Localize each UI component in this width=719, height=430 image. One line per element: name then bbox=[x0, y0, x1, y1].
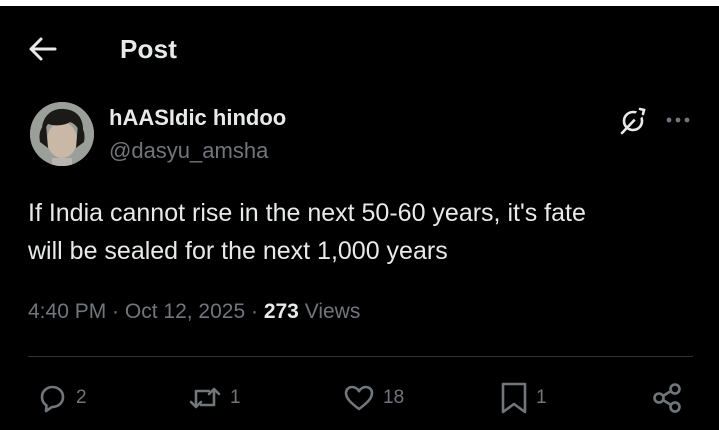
avatar-image bbox=[30, 102, 94, 166]
tweet-text-line: will be sealed for the next 1,000 years bbox=[28, 237, 448, 265]
grok-icon bbox=[620, 106, 647, 135]
tweet-meta: 4:40 PM · Oct 12, 2025 · 273 Views bbox=[28, 300, 360, 324]
bookmark-button[interactable]: 1 bbox=[500, 380, 547, 416]
like-icon bbox=[344, 385, 374, 411]
tweet-text: If India cannot rise in the next 50-60 y… bbox=[28, 194, 698, 270]
share-button[interactable] bbox=[650, 380, 684, 416]
meta-separator: · bbox=[106, 300, 125, 323]
tweet-text-line: If India cannot rise in the next 50-60 y… bbox=[28, 199, 586, 227]
more-options-button[interactable] bbox=[665, 110, 691, 130]
like-button[interactable]: 18 bbox=[343, 380, 404, 416]
repost-icon bbox=[189, 387, 221, 409]
meta-separator: · bbox=[245, 300, 264, 323]
author-display-name[interactable]: hAASIdic hindoo bbox=[109, 105, 286, 131]
reply-icon bbox=[40, 385, 65, 413]
bookmark-icon bbox=[501, 382, 527, 414]
post-date[interactable]: Oct 12, 2025 bbox=[125, 300, 245, 323]
divider bbox=[28, 356, 693, 357]
author-handle[interactable]: @dasyu_amsha bbox=[109, 138, 268, 164]
reply-button[interactable]: 2 bbox=[36, 380, 87, 416]
reply-count: 2 bbox=[76, 387, 87, 408]
more-icon bbox=[666, 117, 690, 123]
back-arrow-icon bbox=[29, 37, 57, 61]
avatar[interactable] bbox=[30, 102, 94, 166]
repost-count: 1 bbox=[230, 387, 241, 408]
like-count: 18 bbox=[383, 387, 405, 408]
bookmark-count: 1 bbox=[536, 387, 547, 408]
share-icon bbox=[653, 383, 681, 413]
grok-button[interactable] bbox=[619, 106, 647, 135]
back-button[interactable] bbox=[28, 36, 58, 62]
post-header: Post bbox=[0, 6, 719, 90]
views-label: Views bbox=[298, 300, 361, 323]
views-count: 273 bbox=[263, 300, 299, 323]
post-time[interactable]: 4:40 PM bbox=[28, 300, 106, 323]
page-title: Post bbox=[120, 34, 178, 64]
repost-button[interactable]: 1 bbox=[188, 380, 241, 416]
